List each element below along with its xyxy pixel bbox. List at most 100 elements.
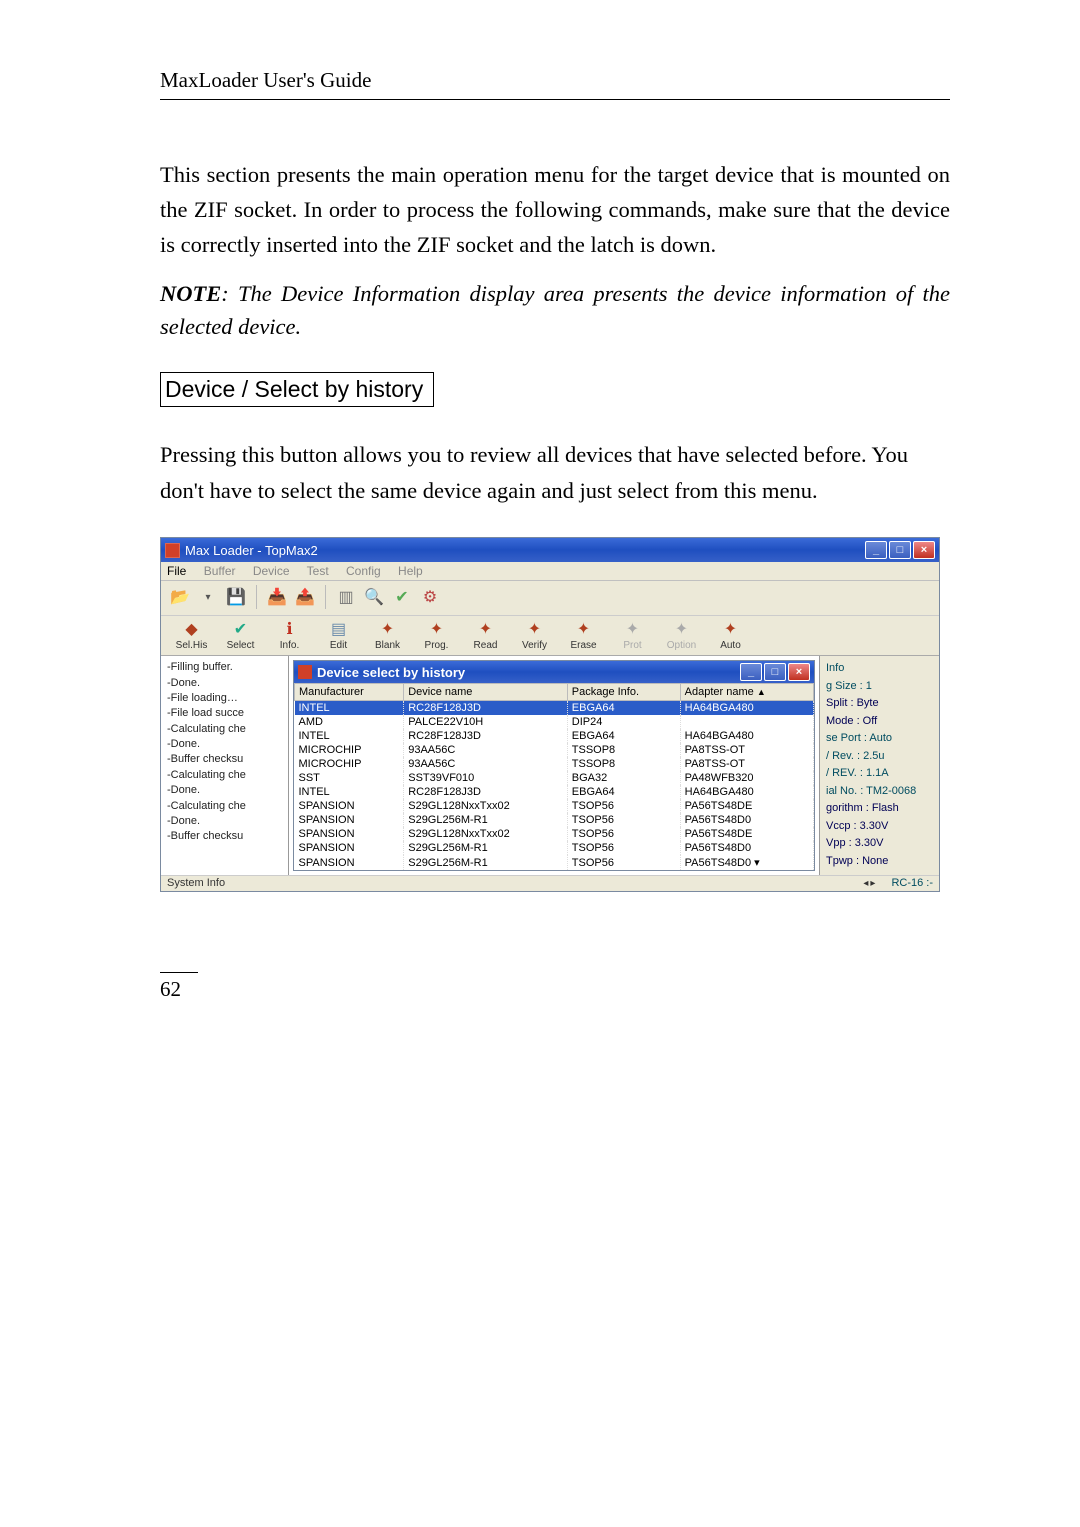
tb-blank[interactable]: ✦Blank [365,618,410,651]
col-manufacturer[interactable]: Manufacturer [295,684,404,701]
history-maximize[interactable]: □ [764,663,786,681]
device-info-panel: Info g Size : 1 Split : Byte Mode : Off … [819,656,939,875]
table-row[interactable]: SPANSIONS29GL256M-R1TSOP56PA56TS48D0 ▾ [295,855,814,870]
menu-test[interactable]: Test [307,564,329,578]
log-line: -Calculating che [167,722,286,737]
check-icon[interactable]: ✔ [391,586,413,608]
table-cell: HA64BGA480 [680,785,813,799]
menu-help[interactable]: Help [398,564,423,578]
info-serial: ial No. : TM2-0068 [826,783,935,800]
load-icon[interactable]: 📥 [266,586,288,608]
table-cell: EBGA64 [567,701,680,716]
history-window: Device select by history _ □ × Manufactu… [293,660,815,871]
note-paragraph: NOTE: The Device Information display are… [160,277,950,345]
table-row[interactable]: INTELRC28F128J3DEBGA64HA64BGA480 [295,785,814,799]
page-number: 62 [160,972,198,1002]
table-cell: PA56TS48DE [680,799,813,813]
log-line: -Calculating che [167,768,286,783]
table-row[interactable]: INTELRC28F128J3DEBGA64HA64BGA480 [295,701,814,716]
history-table[interactable]: Manufacturer Device name Package Info. A… [294,683,814,870]
table-row[interactable]: MICROCHIP93AA56CTSSOP8PA8TSS-OT [295,757,814,771]
tb-auto[interactable]: ✦Auto [708,618,753,651]
table-cell: SST [295,771,404,785]
arrow-icon: ▾ [197,586,219,608]
tb-select[interactable]: ✔Select [218,618,263,651]
table-cell: S29GL256M-R1 [404,813,568,827]
table-cell: PALCE22V10H [404,715,568,729]
info-mode: Mode : Off [826,713,935,730]
menu-buffer[interactable]: Buffer [204,564,236,578]
menu-config[interactable]: Config [346,564,381,578]
table-cell: S29GL256M-R1 [404,855,568,870]
table-cell: S29GL128NxxTxx02 [404,827,568,841]
paragraph-intro: This section presents the main operation… [160,158,950,263]
table-cell: INTEL [295,729,404,743]
app-icon [165,543,180,558]
col-adapter[interactable]: Adapter name ▲ [680,684,813,701]
table-row[interactable]: SPANSIONS29GL256M-R1TSOP56PA56TS48D0 [295,841,814,855]
scroll-left-icon[interactable]: ◂ [863,878,868,889]
table-cell: RC28F128J3D [404,785,568,799]
log-line: -Filling buffer. [167,660,286,675]
cfg-icon[interactable]: ⚙ [419,586,441,608]
tb-edit[interactable]: ▤Edit [316,618,361,651]
table-cell: 93AA56C [404,757,568,771]
info-port: se Port : Auto [826,730,935,747]
table-cell: PA56TS48D0 [680,841,813,855]
tb-info[interactable]: ℹInfo. [267,618,312,651]
tb-read[interactable]: ✦Read [463,618,508,651]
tb-prog[interactable]: ✦Prog. [414,618,459,651]
info-size: g Size : 1 [826,678,935,695]
tb-erase[interactable]: ✦Erase [561,618,606,651]
table-cell: SST39VF010 [404,771,568,785]
maximize-button[interactable]: □ [889,541,911,559]
history-minimize[interactable]: _ [740,663,762,681]
table-cell: SPANSION [295,855,404,870]
minimize-button[interactable]: _ [865,541,887,559]
export-icon[interactable]: 📤 [294,586,316,608]
col-package[interactable]: Package Info. [567,684,680,701]
table-cell: PA48WFB320 [680,771,813,785]
zoom-icon[interactable]: 🔍 [363,586,385,608]
table-cell: BGA32 [567,771,680,785]
table-row[interactable]: SSTSST39VF010BGA32PA48WFB320 [295,771,814,785]
info-vpp: Vpp : 3.30V [826,835,935,852]
table-row[interactable]: AMDPALCE22V10HDIP24 [295,715,814,729]
tb-option: ✦Option [659,618,704,651]
log-line: -File loading… [167,691,286,706]
info-label: Info [826,660,935,677]
history-close[interactable]: × [788,663,810,681]
section-heading-box: Device / Select by history [160,372,434,407]
close-button[interactable]: × [913,541,935,559]
open-icon[interactable]: 📂 [169,586,191,608]
log-panel: -Filling buffer. -Done. -File loading… -… [161,656,289,875]
table-cell: DIP24 [567,715,680,729]
table-row[interactable]: INTELRC28F128J3DEBGA64HA64BGA480 [295,729,814,743]
paragraph-desc: Pressing this button allows you to revie… [160,437,950,509]
table-cell: MICROCHIP [295,757,404,771]
tb-selhis[interactable]: ◆Sel.His [169,618,214,651]
table-cell: RC28F128J3D [404,701,568,716]
table-cell: TSOP56 [567,799,680,813]
info-rev: / Rev. : 2.5u [826,748,935,765]
table-row[interactable]: SPANSIONS29GL128NxxTxx02TSOP56PA56TS48DE [295,799,814,813]
save-icon[interactable]: 💾 [225,586,247,608]
note-text: : The Device Information display area pr… [160,281,950,340]
table-cell: 93AA56C [404,743,568,757]
table-row[interactable]: SPANSIONS29GL256M-R1TSOP56PA56TS48D0 [295,813,814,827]
table-row[interactable]: SPANSIONS29GL128NxxTxx02TSOP56PA56TS48DE [295,827,814,841]
col-device-name[interactable]: Device name [404,684,568,701]
table-row[interactable]: MICROCHIP93AA56CTSSOP8PA8TSS-OT [295,743,814,757]
dropdown-icon[interactable]: ▾ [751,857,760,869]
chip-icon[interactable]: ▥ [335,586,357,608]
app-screenshot: Max Loader - TopMax2 _ □ × File Buffer D… [160,537,940,892]
tb-verify[interactable]: ✦Verify [512,618,557,651]
menu-device[interactable]: Device [253,564,290,578]
info-tpwp: Tpwp : None [826,853,935,870]
scroll-right-icon[interactable]: ▸ [870,878,875,889]
main-titlebar: Max Loader - TopMax2 _ □ × [161,538,939,562]
table-cell: SPANSION [295,813,404,827]
table-cell: EBGA64 [567,785,680,799]
table-cell: HA64BGA480 [680,701,813,716]
menu-file[interactable]: File [167,564,186,578]
